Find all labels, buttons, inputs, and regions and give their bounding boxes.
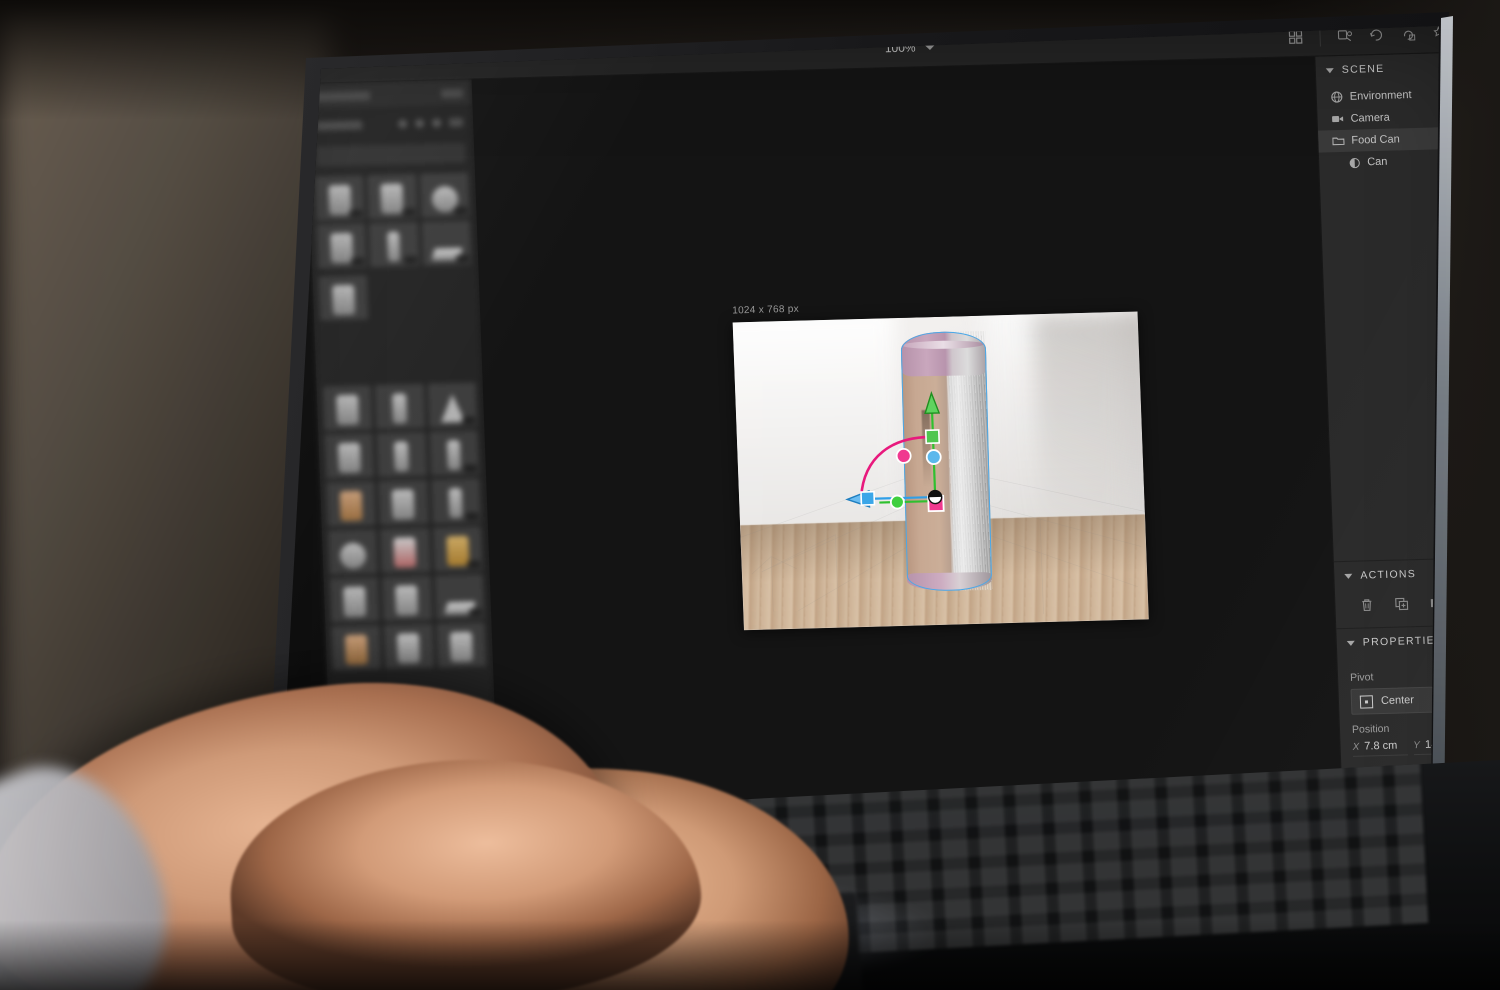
sidebar-item-label: Camera — [1350, 111, 1390, 125]
asset-thumbnail[interactable] — [322, 385, 373, 431]
asset-thumbnail[interactable] — [369, 221, 420, 268]
chevron-down-icon[interactable] — [1325, 67, 1334, 73]
render-icon[interactable] — [1474, 18, 1500, 47]
position-label: Position — [1351, 722, 1390, 736]
asset-thumbnail[interactable] — [429, 430, 480, 476]
actions-section-header[interactable]: ACTIONS — [1334, 557, 1439, 590]
globe-icon — [1331, 91, 1343, 103]
asset-search-input[interactable] — [315, 142, 466, 167]
scene-tree[interactable]: Environment Camera Food Can Can — [1316, 79, 1439, 184]
asset-thumbnail[interactable] — [432, 526, 483, 572]
scene-section-header[interactable]: SCENE — [1315, 51, 1439, 84]
position-x-value: 7.8 cm — [1364, 739, 1398, 753]
asset-thumbnail[interactable] — [383, 623, 434, 669]
actions-button-row — [1335, 585, 1481, 628]
sidebar-item-label: Food Can — [1351, 133, 1400, 147]
position-z-value: 6.2 cm — [1484, 736, 1500, 750]
asset-thumbnail[interactable] — [375, 383, 425, 430]
asset-grid-gap — [313, 268, 482, 382]
axis-label-z: Z — [1473, 738, 1481, 750]
asset-thumbnail[interactable] — [316, 223, 367, 269]
chevron-down-icon[interactable] — [1346, 640, 1355, 646]
pivot-value: Center — [1380, 694, 1415, 708]
asset-thumbnail[interactable] — [434, 574, 485, 620]
asset-thumbnail[interactable] — [329, 577, 380, 623]
delete-icon[interactable] — [1357, 595, 1376, 613]
axis-label-x: X — [1352, 741, 1360, 753]
asset-thumbnail[interactable] — [380, 527, 431, 574]
asset-thumbnail[interactable] — [421, 220, 472, 266]
new-shape-icon[interactable] — [1462, 592, 1481, 610]
pivot-center-icon — [1359, 694, 1374, 709]
selection-outline — [900, 331, 993, 592]
asset-thumbnail[interactable] — [326, 481, 377, 527]
asset-thumbnail[interactable] — [367, 174, 418, 220]
foreground-shade — [0, 920, 1500, 990]
properties-sidebar: SCENE Environment Camera Food Can Can AC… — [1314, 51, 1500, 887]
position-z-field[interactable]: Z 6.2 cm — [1474, 736, 1500, 753]
asset-thumbnail[interactable] — [382, 575, 433, 622]
sidebar-item-can[interactable]: Can — [1319, 147, 1439, 174]
folder-icon — [1332, 137, 1345, 146]
asset-thumbnail[interactable] — [430, 478, 481, 524]
window-title: pucha #D* — [879, 12, 937, 19]
sidebar-item-label: Environment — [1349, 89, 1412, 103]
duplicate-icon[interactable] — [1392, 594, 1411, 612]
sidebar-item-camera[interactable]: Camera — [1317, 103, 1439, 130]
screenshot-stage: pucha #D* 100% — [0, 0, 1500, 990]
asset-thumbnail[interactable] — [378, 479, 429, 526]
canvas-size-label: 1024 x 768 px — [732, 303, 800, 317]
asset-panel-subheader — [307, 106, 473, 140]
asset-thumbnail[interactable] — [324, 433, 375, 479]
asset-thumbnail[interactable] — [315, 175, 365, 221]
pivot-select[interactable]: Center — [1350, 684, 1439, 715]
properties-section-title: PROPERTIES — [1362, 634, 1444, 649]
sidebar-item-environment[interactable]: Environment — [1316, 81, 1439, 108]
asset-thumbnail[interactable] — [376, 431, 427, 478]
asset-thumbnail[interactable] — [328, 529, 378, 575]
asset-thumbnail[interactable] — [427, 382, 478, 428]
properties-section-header[interactable]: PROPERTIES — [1336, 624, 1444, 657]
sidebar-item-food-can[interactable]: Food Can — [1318, 125, 1439, 153]
position-x-field[interactable]: X 7.8 cm — [1352, 739, 1408, 757]
asset-thumbnail[interactable] — [436, 622, 487, 668]
asset-thumbnail-grid-2[interactable] — [317, 378, 493, 674]
model-food-can[interactable] — [900, 331, 993, 592]
asset-thumbnail[interactable] — [419, 172, 470, 218]
asset-thumbnail[interactable] — [318, 275, 369, 321]
sidebar-item-label: Can — [1367, 155, 1388, 169]
pivot-label: Pivot — [1349, 671, 1374, 684]
chevron-down-icon[interactable] — [1344, 573, 1353, 579]
axis-label-y: Y — [1413, 740, 1421, 752]
canvas-document[interactable] — [732, 311, 1149, 631]
position-fields: X 7.8 cm Y 14 cm Z 6.2 c — [1352, 736, 1500, 757]
asset-thumbnail-grid[interactable] — [309, 168, 478, 272]
camera-icon — [1332, 116, 1344, 123]
scene-section-title: SCENE — [1341, 62, 1385, 76]
sphere-icon — [1349, 157, 1360, 168]
toolbar-separator-2 — [1464, 23, 1466, 43]
asset-thumbnail[interactable] — [331, 625, 382, 671]
actions-section-title: ACTIONS — [1360, 568, 1417, 582]
